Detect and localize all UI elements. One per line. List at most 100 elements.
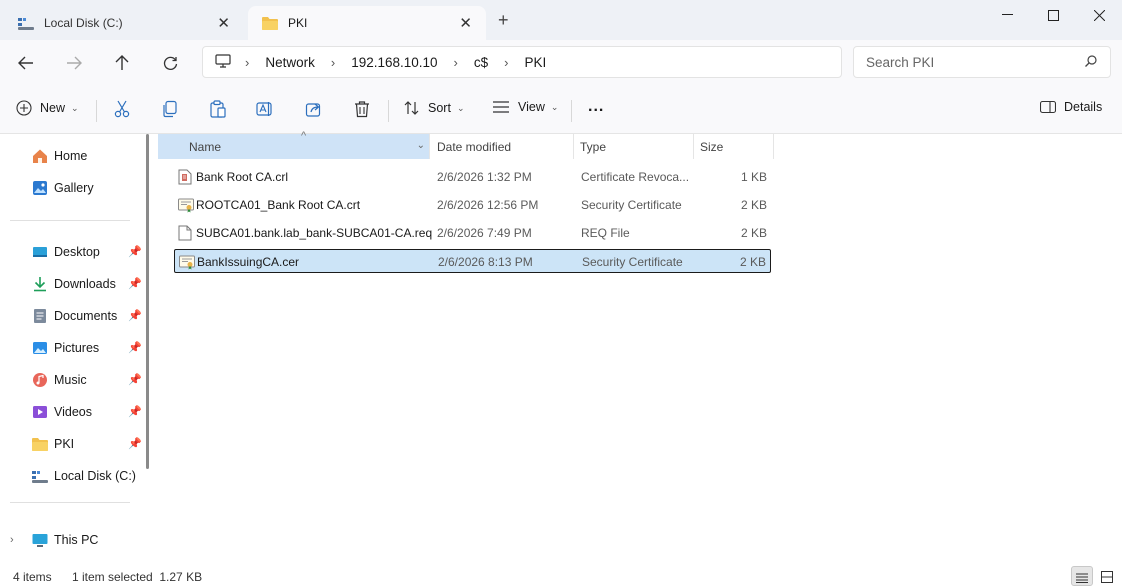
folder-icon — [262, 16, 278, 30]
divider — [388, 100, 389, 122]
breadcrumb-pki[interactable]: PKI — [525, 55, 547, 70]
sidebar-scrollbar[interactable] — [146, 134, 149, 469]
address-row: › Network › 192.168.10.10 › c$ › PKI Sea… — [0, 40, 1122, 86]
generic-file-icon — [178, 225, 192, 241]
downloads-icon — [32, 276, 48, 292]
details-pane-button[interactable]: Details — [1040, 100, 1102, 114]
sidebar-item-label: Local Disk (C:) — [54, 469, 136, 483]
drive-icon — [18, 16, 34, 30]
forward-button[interactable] — [60, 50, 88, 76]
breadcrumb-host[interactable]: 192.168.10.10 — [351, 55, 437, 70]
file-size: 2 KB — [739, 255, 766, 269]
back-button[interactable] — [12, 50, 40, 76]
sidebar-item-downloads[interactable]: Downloads 📌 — [32, 272, 142, 296]
sidebar-item-pki[interactable]: PKI 📌 — [32, 432, 142, 456]
share-button[interactable] — [305, 100, 323, 118]
details-view-toggle[interactable] — [1071, 566, 1093, 586]
pin-icon[interactable]: 📌 — [128, 437, 142, 450]
more-options-button[interactable]: ... — [588, 98, 604, 116]
column-header-size[interactable]: Size — [694, 134, 774, 159]
sidebar-item-pictures[interactable]: Pictures 📌 — [32, 336, 142, 360]
address-bar[interactable]: › Network › 192.168.10.10 › c$ › PKI — [202, 46, 842, 78]
chevron-down-icon: ⌄ — [550, 101, 559, 112]
tiles-view-toggle[interactable] — [1096, 566, 1118, 586]
pin-icon[interactable]: 📌 — [128, 245, 142, 258]
file-type: REQ File — [581, 226, 630, 240]
sidebar-item-label: Gallery — [54, 181, 94, 195]
pin-icon[interactable]: 📌 — [128, 277, 142, 290]
close-tab-icon[interactable]: ✕ — [459, 14, 472, 32]
file-type: Security Certificate — [581, 198, 682, 212]
breadcrumb-share[interactable]: c$ — [474, 55, 488, 70]
file-row-selected[interactable]: BankIssuingCA.cer 2/6/2026 8:13 PM Secur… — [174, 249, 771, 273]
pin-icon[interactable]: 📌 — [128, 405, 142, 418]
sidebar-item-this-pc[interactable]: This PC — [32, 528, 142, 552]
trash-icon — [353, 100, 371, 118]
pin-icon[interactable]: 📌 — [128, 309, 142, 322]
videos-icon — [32, 404, 48, 420]
tab-pki[interactable]: PKI ✕ — [248, 6, 486, 40]
sidebar-item-videos[interactable]: Videos 📌 — [32, 400, 142, 424]
tab-local-disk[interactable]: Local Disk (C:) ✕ — [4, 6, 244, 40]
refresh-button[interactable] — [156, 50, 184, 76]
sidebar-item-documents[interactable]: Documents 📌 — [32, 304, 142, 328]
breadcrumb-separator[interactable]: › — [245, 55, 249, 70]
column-header-name[interactable]: ^ Name ⌄ — [158, 130, 430, 159]
file-size: 2 KB — [740, 198, 767, 212]
pin-icon[interactable]: 📌 — [128, 373, 142, 386]
sidebar-item-label: Downloads — [54, 277, 116, 291]
view-button[interactable]: View ⌄ — [492, 100, 558, 114]
chevron-right-icon[interactable]: › — [10, 534, 14, 546]
new-button[interactable]: New ⌄ — [16, 100, 79, 116]
file-row[interactable]: SUBCA01.bank.lab_bank-SUBCA01-CA.req 2/6… — [174, 221, 771, 245]
cut-button[interactable] — [113, 100, 131, 118]
details-label: Details — [1064, 100, 1103, 114]
new-tab-button[interactable]: + — [498, 10, 509, 31]
file-row[interactable]: Bank Root CA.crl 2/6/2026 1:32 PM Certif… — [174, 165, 771, 189]
sidebar-item-gallery[interactable]: Gallery — [32, 176, 142, 200]
home-icon — [32, 148, 48, 164]
crl-file-icon — [178, 169, 192, 185]
documents-icon — [32, 308, 48, 324]
close-window-button[interactable] — [1076, 0, 1122, 30]
sidebar-item-desktop[interactable]: Desktop 📌 — [32, 240, 142, 264]
breadcrumb-network[interactable]: Network — [265, 55, 315, 70]
rename-icon — [256, 100, 274, 118]
breadcrumb-separator[interactable]: › — [504, 55, 508, 70]
maximize-button[interactable] — [1030, 0, 1076, 30]
sidebar-item-music[interactable]: Music 📌 — [32, 368, 142, 392]
plus-circle-icon — [16, 100, 32, 116]
computer-icon[interactable] — [215, 53, 231, 71]
file-size: 1 KB — [740, 170, 767, 184]
column-header-type[interactable]: Type — [574, 134, 694, 159]
sidebar-item-label: Music — [54, 373, 87, 387]
details-view-icon — [1076, 572, 1088, 586]
chevron-down-icon[interactable]: ⌄ — [417, 140, 425, 151]
new-label: New — [40, 101, 66, 115]
sort-icon — [404, 100, 420, 116]
divider — [571, 100, 572, 122]
column-header-date[interactable]: Date modified — [430, 134, 574, 159]
pin-icon[interactable]: 📌 — [128, 341, 142, 354]
breadcrumb-separator[interactable]: › — [331, 55, 335, 70]
file-date: 2/6/2026 7:49 PM — [437, 226, 532, 240]
search-input[interactable]: Search PKI — [853, 46, 1111, 78]
music-icon — [32, 372, 48, 388]
rename-button[interactable] — [256, 100, 274, 118]
view-label: View — [518, 100, 545, 114]
file-row[interactable]: ROOTCA01_Bank Root CA.crt 2/6/2026 12:56… — [174, 193, 771, 217]
up-button[interactable] — [108, 50, 136, 76]
file-list: ^ Name ⌄ Date modified Type Size Bank Ro… — [158, 130, 1122, 565]
breadcrumb-separator[interactable]: › — [454, 55, 458, 70]
close-tab-icon[interactable]: ✕ — [217, 14, 230, 32]
file-type: Security Certificate — [582, 255, 683, 269]
sidebar-item-local-disk[interactable]: Local Disk (C:) — [32, 464, 144, 488]
paste-button[interactable] — [209, 100, 227, 118]
chevron-down-icon: ⌄ — [71, 102, 79, 113]
minimize-button[interactable] — [984, 0, 1030, 30]
delete-button[interactable] — [353, 100, 371, 118]
sidebar-item-home[interactable]: Home — [32, 144, 142, 168]
sort-button[interactable]: Sort ⌄ — [404, 100, 464, 116]
file-name: Bank Root CA.crl — [196, 170, 289, 184]
copy-button[interactable] — [161, 100, 179, 118]
